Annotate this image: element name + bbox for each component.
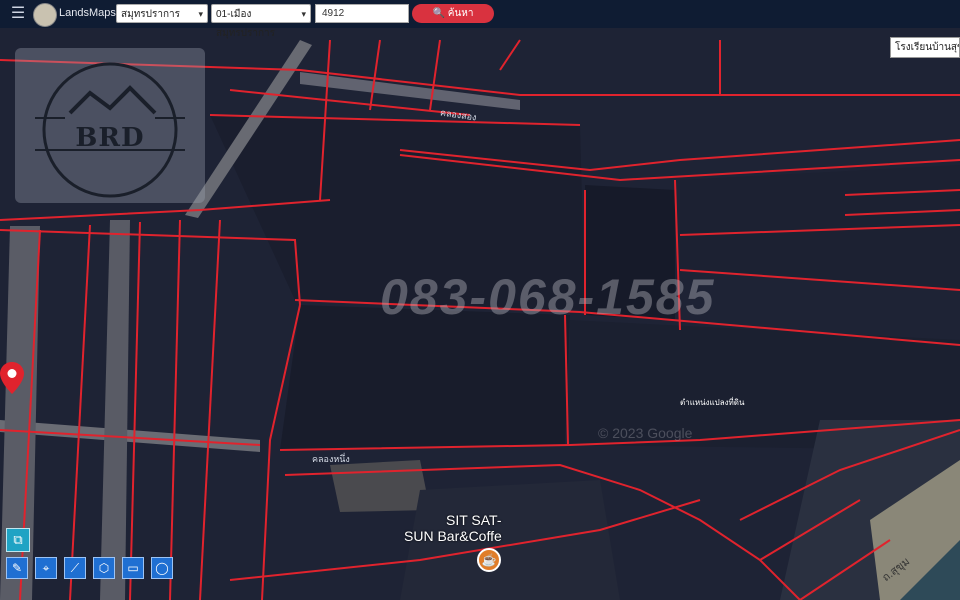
search-icon: 🔍 <box>432 8 445 19</box>
layers-icon[interactable]: ⧉ <box>6 528 30 552</box>
hamburger-menu-icon[interactable]: ☰ <box>8 6 28 22</box>
polyline-icon[interactable]: ⟋ <box>64 557 86 579</box>
brd-logo-text: BRD <box>75 123 145 153</box>
phone-watermark: 083-068-1585 <box>380 269 716 325</box>
polygon-icon[interactable]: ⬡ <box>93 557 115 579</box>
chevron-down-icon: ▾ <box>301 9 306 19</box>
circle-icon[interactable]: ◯ <box>151 557 173 579</box>
district-select[interactable]: 01-เมืองสมุทรปราการ ▾ <box>211 4 311 39</box>
province-value: สมุทรปราการ <box>121 9 181 20</box>
brd-watermark-logo: BRD <box>15 48 205 203</box>
chevron-down-icon: ▾ <box>198 9 203 19</box>
top-toolbar: ☰ LandsMaps สมุทรปราการ ▾ 01-เมืองสมุทรป… <box>0 0 960 39</box>
landsmaps-logo <box>33 3 57 27</box>
province-select[interactable]: สมุทรปราการ ▾ <box>116 4 208 23</box>
ruler-icon[interactable]: ✎ <box>6 557 28 579</box>
map-copyright: © 2023 Google <box>598 425 693 441</box>
rectangle-icon[interactable]: ▭ <box>122 557 144 579</box>
poi-label-line2: SUN Bar&Coffe <box>404 528 502 544</box>
poi-label: SIT SAT- SUN Bar&Coffe <box>404 512 564 544</box>
app-name: LandsMaps <box>59 7 116 19</box>
school-label[interactable]: โรงเรียนบ้านสุข <box>890 37 960 58</box>
search-button-label: ค้นหา <box>447 8 474 19</box>
cafe-icon[interactable]: ☕ <box>477 548 501 572</box>
pin-label: ตำแหน่งแปลงที่ดิน <box>680 398 745 407</box>
location-pin-icon[interactable] <box>0 362 24 394</box>
district-value: 01-เมืองสมุทรปราการ <box>216 9 276 39</box>
search-button[interactable]: 🔍 ค้นหา <box>412 4 494 23</box>
poi-label-line1: SIT SAT- <box>446 512 502 528</box>
location-icon[interactable]: ⌖ <box>35 557 57 579</box>
satellite-map[interactable]: BRD 083-068-1585 © 2023 Google ตำแหน่งแป… <box>0 28 960 600</box>
canal-label-2: คลองหนึ่ง <box>312 454 350 464</box>
parcel-number-input[interactable]: 4912 <box>315 4 409 23</box>
